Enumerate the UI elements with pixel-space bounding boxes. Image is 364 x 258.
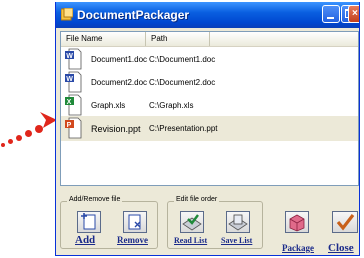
svg-text:W: W [66, 76, 73, 83]
add-button[interactable] [77, 211, 101, 233]
app-icon [60, 7, 74, 21]
column-header-file-name[interactable]: File Name [61, 32, 146, 46]
file-path: C:\Graph.xls [149, 101, 194, 110]
svg-text:X: X [67, 99, 72, 106]
list-item[interactable]: X Graph.xls C:\Graph.xls [61, 93, 358, 117]
package-button-label[interactable]: Package [282, 243, 314, 253]
remove-button-label[interactable]: Remove [117, 235, 148, 245]
svg-text:P: P [67, 122, 72, 129]
file-path: C:\Document2.doc [149, 78, 216, 87]
svg-text:W: W [66, 53, 73, 60]
file-name: Revision.ppt [91, 124, 141, 134]
file-list[interactable]: File Name Path W Document1.doc C:\Docume… [60, 31, 359, 186]
powerpoint-document-icon: P [64, 117, 82, 139]
close-button-label[interactable]: Close [328, 242, 354, 254]
list-item[interactable]: W Document1.doc C:\Document1.doc [61, 47, 358, 71]
close-window-button[interactable]: × [348, 5, 359, 23]
close-button[interactable] [332, 211, 358, 233]
pointer-arrow-icon [0, 0, 60, 258]
file-path: C:\Document1.doc [149, 55, 216, 64]
package-button[interactable] [285, 211, 309, 233]
title-bar[interactable]: DocumentPackager × [56, 2, 359, 28]
window-title: DocumentPackager [77, 8, 190, 22]
save-list-button[interactable] [226, 211, 250, 233]
file-name: Document2.doc [91, 78, 148, 87]
client-area: File Name Path W Document1.doc C:\Docume… [60, 31, 359, 254]
file-path: C:\Presentation.ppt [149, 124, 218, 133]
save-list-button-label[interactable]: Save List [221, 236, 252, 245]
read-list-button[interactable] [180, 211, 204, 233]
list-header: File Name Path [61, 32, 358, 47]
column-header-path[interactable]: Path [146, 32, 210, 46]
read-list-button-label[interactable]: Read List [174, 236, 207, 245]
word-document-icon: W [64, 71, 82, 93]
group-label: Add/Remove file [67, 196, 123, 203]
add-remove-group: Add/Remove file Add Remove [60, 196, 158, 249]
remove-button[interactable] [123, 211, 147, 233]
minimize-button[interactable] [322, 5, 340, 23]
edit-file-order-group: Edit file order Read List Save List [167, 196, 263, 249]
file-name: Document1.doc [91, 55, 148, 64]
document-packager-window: DocumentPackager × File Name Path W Docu… [55, 2, 360, 256]
list-item[interactable]: W Document2.doc C:\Document2.doc [61, 70, 358, 94]
list-item-selected[interactable]: P Revision.ppt C:\Presentation.ppt [61, 116, 358, 141]
excel-document-icon: X [64, 94, 82, 116]
word-document-icon: W [64, 48, 82, 70]
group-label: Edit file order [174, 196, 220, 203]
file-name: Graph.xls [91, 101, 126, 110]
add-button-label[interactable]: Add [75, 234, 95, 246]
